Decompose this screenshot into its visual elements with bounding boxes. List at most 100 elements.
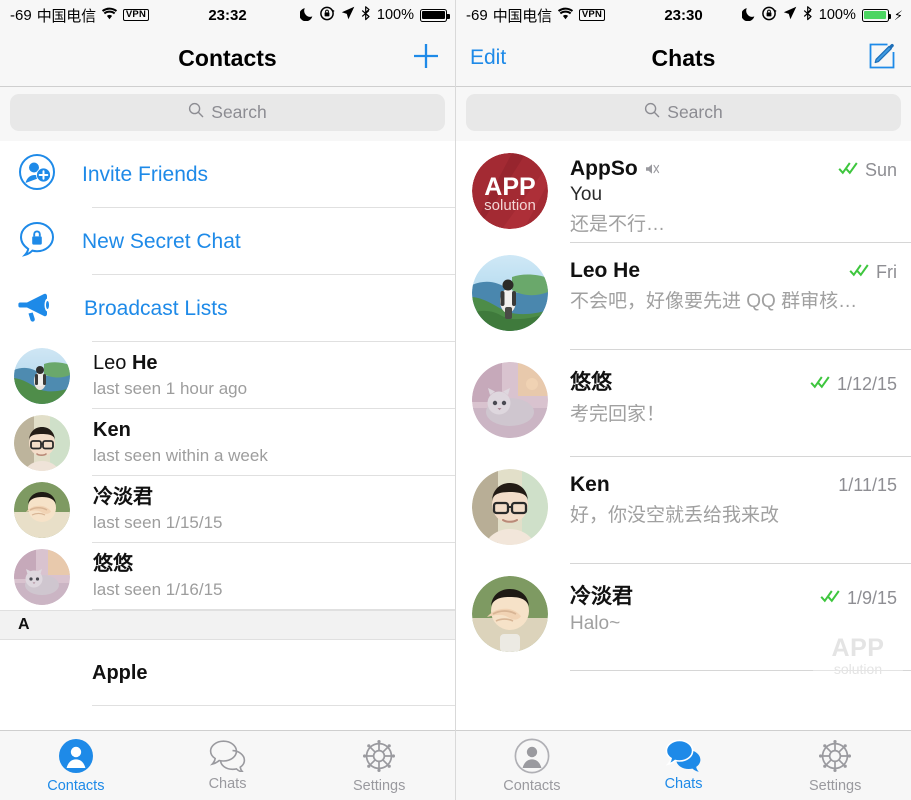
contact-name: 冷淡君 <box>93 486 153 509</box>
person-filled-icon <box>58 738 94 774</box>
avatar <box>472 469 548 545</box>
chat-header: 悠悠 1/12/15 <box>570 366 897 396</box>
contact-name: Apple <box>92 661 148 684</box>
contact-row[interactable]: Ken last seen within a week <box>0 409 455 476</box>
chat-body: Leo He Fri 不会吧，好像要先进 QQ 群审核… <box>570 255 897 350</box>
chat-title: 悠悠 <box>570 371 612 394</box>
add-person-icon <box>18 153 56 196</box>
tab-label: Contacts <box>503 777 561 794</box>
tab-label: Chats <box>208 776 247 792</box>
contact-name: 悠悠 <box>93 553 133 576</box>
status-bar-left: -69 中国电信 VPN 23:32 100% <box>0 0 455 30</box>
action-broadcast-lists[interactable]: Broadcast Lists <box>0 275 455 342</box>
chat-row[interactable]: 冷淡君 1/9/15 Halo~ <box>456 564 911 671</box>
chat-header: Ken 1/11/15 <box>570 473 897 497</box>
tab-label: Settings <box>808 777 862 794</box>
contact-name: Ken <box>93 418 268 442</box>
battery-percentage: 100% <box>376 7 414 23</box>
chat-row[interactable]: APP solution AppSo Sun You 还是不行… <box>456 141 911 243</box>
tab-label: Contacts <box>47 777 105 794</box>
action-label: New Secret Chat <box>82 229 241 253</box>
chat-header: AppSo Sun <box>570 157 897 181</box>
read-receipt-double-check-icon <box>820 589 842 608</box>
read-receipt-double-check-icon <box>849 263 871 282</box>
chat-sender-prefix: You <box>570 184 603 205</box>
tab-bar-left: Contacts Chats Settings <box>0 730 455 800</box>
contact-row-apple[interactable]: Apple <box>0 640 455 706</box>
avatar <box>472 576 548 652</box>
gear-icon <box>817 738 853 774</box>
add-contact-button[interactable] <box>411 41 441 76</box>
contact-status: last seen within a week <box>93 445 268 465</box>
contacts-screen: -69 中国电信 VPN 23:32 100% Contacts Search … <box>0 0 455 800</box>
wifi-icon <box>101 7 118 24</box>
avatar <box>14 481 70 538</box>
nav-bar-contacts: Contacts <box>0 30 455 87</box>
tab-settings[interactable]: Settings <box>759 738 911 794</box>
do-not-disturb-moon-icon <box>299 6 314 25</box>
tab-chats[interactable]: Chats <box>152 739 304 792</box>
tab-chats[interactable]: Chats <box>608 739 760 792</box>
chat-row[interactable]: Leo He Fri 不会吧，好像要先进 QQ 群审核… <box>456 243 911 350</box>
row-divider <box>92 609 455 610</box>
read-receipt-double-check-icon <box>838 161 860 180</box>
svg-text:solution: solution <box>484 197 536 214</box>
chat-status: Fri <box>841 262 897 283</box>
chat-status: 1/9/15 <box>812 588 897 609</box>
muted-speaker-icon <box>645 162 660 181</box>
contact-row[interactable]: 悠悠 last seen 1/16/15 <box>0 543 455 610</box>
chat-title: 冷淡君 <box>570 585 633 608</box>
chat-preview: 还是不行… <box>570 214 666 235</box>
rotation-lock-icon <box>761 6 777 25</box>
chat-title: Ken <box>570 473 610 496</box>
action-label: Broadcast Lists <box>84 296 228 320</box>
search-container-contacts: Search <box>0 87 455 141</box>
battery-percentage: 100% <box>818 7 856 23</box>
person-outline-icon <box>514 738 550 774</box>
megaphone-icon <box>18 289 58 328</box>
tab-contacts[interactable]: Contacts <box>456 738 608 794</box>
search-icon <box>644 102 660 123</box>
chat-preview: 不会吧，好像要先进 QQ 群审核… <box>570 291 858 312</box>
search-input[interactable]: Search <box>10 94 445 131</box>
compose-button[interactable] <box>867 41 897 76</box>
search-placeholder: Search <box>211 102 267 122</box>
rotation-lock-icon <box>320 6 335 25</box>
gear-icon <box>361 738 397 774</box>
chat-preview: Halo~ <box>570 613 621 634</box>
contacts-list: Invite Friends New Secret Chat Broadcast… <box>0 141 455 706</box>
avatar <box>14 347 70 404</box>
chat-title: AppSo <box>570 157 638 180</box>
row-divider <box>92 705 455 706</box>
battery-icon <box>420 8 450 22</box>
chat-row[interactable]: 悠悠 1/12/15 考完回家！ <box>456 350 911 457</box>
avatar: APP solution <box>472 153 548 229</box>
chat-bubbles-icon <box>209 739 247 772</box>
contact-meta: 悠悠 last seen 1/16/15 <box>93 552 222 600</box>
vpn-badge: VPN <box>122 8 150 22</box>
signal-rssi: -69 <box>10 6 32 24</box>
search-placeholder: Search <box>667 102 723 122</box>
contact-status: last seen 1/15/15 <box>93 512 223 532</box>
contact-name: Leo He <box>93 351 247 375</box>
tab-contacts[interactable]: Contacts <box>0 738 152 794</box>
action-new-secret-chat[interactable]: New Secret Chat <box>0 208 455 275</box>
chat-body: 冷淡君 1/9/15 Halo~ <box>570 576 897 671</box>
edit-button[interactable]: Edit <box>470 46 506 70</box>
chat-preview: 考完回家！ <box>570 404 666 425</box>
tab-label: Chats <box>664 776 703 792</box>
tab-settings[interactable]: Settings <box>303 738 455 794</box>
contact-row[interactable]: 冷淡君 last seen 1/15/15 <box>0 476 455 543</box>
chat-row[interactable]: Ken 1/11/15 好，你没空就丢给我来改 <box>456 457 911 564</box>
contact-row[interactable]: Leo He last seen 1 hour ago <box>0 342 455 409</box>
contact-last-name: He <box>131 352 158 375</box>
contact-status: last seen 1 hour ago <box>93 378 248 398</box>
page-title: Chats <box>651 44 716 71</box>
action-invite-friends[interactable]: Invite Friends <box>0 141 455 208</box>
chat-status: Sun <box>830 160 897 181</box>
search-input[interactable]: Search <box>466 94 901 131</box>
chat-bubbles-filled-icon <box>665 739 703 772</box>
chat-header: 冷淡君 1/9/15 <box>570 580 897 610</box>
bluetooth-icon <box>361 5 371 25</box>
chat-body: 悠悠 1/12/15 考完回家！ <box>570 362 897 457</box>
